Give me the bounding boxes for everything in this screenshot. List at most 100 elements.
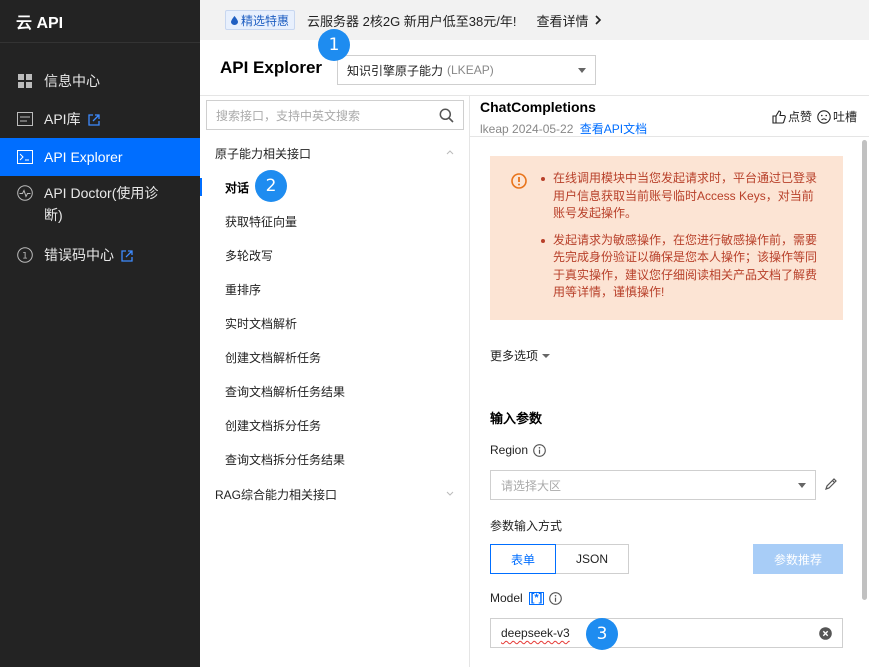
mode-json-tab[interactable]: JSON bbox=[556, 544, 629, 574]
api-item-query-split-result[interactable]: 查询文档拆分任务结果 bbox=[200, 442, 470, 476]
like-button[interactable]: 点赞 bbox=[772, 108, 812, 125]
group-label: RAG综合能力相关接口 bbox=[215, 487, 338, 502]
input-mode-label: 参数输入方式 bbox=[490, 519, 563, 533]
chevron-down-icon bbox=[446, 491, 454, 496]
api-item-query-rewrite[interactable]: 多轮改写 bbox=[200, 238, 470, 272]
api-version: lkeap 2024-05-22 bbox=[480, 122, 574, 136]
required-mark: [*] bbox=[528, 591, 545, 605]
external-link-icon bbox=[121, 249, 133, 262]
warning-icon bbox=[511, 173, 527, 189]
model-input[interactable]: deepseek-v3 bbox=[490, 618, 843, 648]
api-item-create-split-task[interactable]: 创建文档拆分任务 bbox=[200, 408, 470, 442]
sidebar: 云 API 信息中心 API库 API Explorer API Doctor(… bbox=[0, 0, 200, 667]
thumbs-up-icon bbox=[772, 109, 786, 124]
complain-label: 吐槽 bbox=[833, 110, 858, 124]
brand-title[interactable]: 云 API bbox=[16, 9, 63, 33]
api-item-label: 创建文档解析任务 bbox=[225, 350, 322, 365]
chevron-down-icon bbox=[798, 483, 806, 488]
sidebar-item-label: API库 bbox=[44, 111, 81, 127]
search-placeholder: 搜索接口，支持中英文搜索 bbox=[216, 108, 361, 123]
clear-icon[interactable] bbox=[819, 627, 832, 640]
region-select[interactable]: 请选择大区 bbox=[490, 470, 816, 500]
product-select[interactable]: 知识引擎原子能力 (LKEAP) bbox=[337, 55, 596, 85]
warning-item: 发起请求为敏感操作，在您进行敏感操作前，需要先完成身份验证以确保是您本人操作；该… bbox=[541, 232, 825, 302]
complain-button[interactable]: 吐槽 bbox=[817, 108, 857, 125]
product-select-value: 知识引擎原子能力 bbox=[347, 63, 444, 78]
svg-text:1: 1 bbox=[22, 252, 28, 262]
terminal-icon bbox=[16, 148, 34, 166]
model-label: Model [*] bbox=[490, 591, 563, 605]
page-title: API Explorer bbox=[220, 58, 323, 77]
api-item-label: 查询文档拆分任务结果 bbox=[225, 452, 346, 467]
region-label: Region bbox=[490, 443, 546, 457]
api-detail-panel: ChatCompletions lkeap 2024-05-22 查看API文档… bbox=[470, 96, 869, 667]
api-item-label: 实时文档解析 bbox=[225, 316, 298, 331]
caret-down-icon bbox=[542, 353, 551, 358]
sidebar-item-label: 错误码中心 bbox=[44, 247, 114, 263]
api-search-input[interactable]: 搜索接口，支持中英文搜索 bbox=[206, 100, 464, 130]
api-item-query-parse-result[interactable]: 查询文档解析任务结果 bbox=[200, 374, 470, 408]
warning-notice: 在线调用模块中当您发起请求时，平台通过已登录用户信息获取当前账号临时Access… bbox=[490, 156, 843, 320]
more-options-label: 更多选项 bbox=[490, 349, 539, 363]
api-name: ChatCompletions bbox=[480, 99, 596, 115]
product-select-code: (LKEAP) bbox=[447, 63, 494, 77]
api-item-label: 查询文档解析任务结果 bbox=[225, 384, 346, 399]
api-item-label: 重排序 bbox=[225, 282, 262, 297]
sidebar-item-api-library[interactable]: API库 bbox=[0, 100, 200, 138]
api-item-label: 多轮改写 bbox=[225, 248, 274, 263]
sidebar-item-info-center[interactable]: 信息中心 bbox=[0, 62, 200, 100]
model-label-text: Model bbox=[490, 591, 523, 605]
chevron-down-icon bbox=[578, 68, 586, 73]
grid-icon bbox=[16, 72, 34, 90]
api-item-create-parse-task[interactable]: 创建文档解析任务 bbox=[200, 340, 470, 374]
sidebar-item-label: API Doctor(使用诊断) bbox=[44, 185, 159, 223]
group-rag-apis[interactable]: RAG综合能力相关接口 bbox=[200, 479, 470, 509]
api-item-label: 对话 bbox=[225, 180, 250, 195]
sidebar-item-api-doctor[interactable]: API Doctor(使用诊断) bbox=[0, 178, 190, 228]
promo-badge: 精选特惠 bbox=[225, 10, 296, 30]
step-marker-2: 2 bbox=[255, 170, 287, 202]
api-item-label: 创建文档拆分任务 bbox=[225, 418, 322, 433]
promo-text: 云服务器 2核2G 新用户低至38元/年! bbox=[307, 13, 517, 29]
search-icon[interactable] bbox=[439, 108, 454, 123]
external-link-icon bbox=[87, 113, 100, 126]
api-item-chat[interactable]: 对话 bbox=[200, 170, 470, 204]
region-label-text: Region bbox=[490, 443, 529, 457]
param-recommend-button[interactable]: 参数推荐 bbox=[753, 544, 843, 574]
model-value: deepseek-v3 bbox=[501, 626, 570, 640]
sidebar-item-error-codes[interactable]: 1 错误码中心 bbox=[0, 236, 200, 274]
edit-icon[interactable] bbox=[824, 477, 838, 491]
step-marker-3: 3 bbox=[586, 618, 618, 650]
scrollbar[interactable] bbox=[862, 140, 867, 600]
api-item-rerank[interactable]: 重排序 bbox=[200, 272, 470, 306]
input-params-title: 输入参数 bbox=[490, 411, 543, 426]
api-item-label: 获取特征向量 bbox=[225, 214, 298, 229]
error-code-icon: 1 bbox=[16, 246, 34, 264]
divider bbox=[470, 136, 869, 137]
api-item-realtime-doc-parse[interactable]: 实时文档解析 bbox=[200, 306, 470, 340]
library-icon bbox=[16, 110, 34, 128]
info-icon[interactable] bbox=[549, 591, 563, 605]
more-options-toggle[interactable]: 更多选项 bbox=[490, 347, 551, 364]
warning-item: 在线调用模块中当您发起请求时，平台通过已登录用户信息获取当前账号临时Access… bbox=[541, 170, 825, 223]
mode-form-tab[interactable]: 表单 bbox=[490, 544, 556, 574]
like-label: 点赞 bbox=[788, 110, 813, 124]
divider bbox=[0, 42, 200, 43]
drop-icon bbox=[231, 15, 238, 25]
pulse-icon bbox=[16, 184, 34, 202]
sidebar-item-label: 信息中心 bbox=[44, 73, 100, 89]
sidebar-item-label: API Explorer bbox=[44, 149, 123, 165]
info-icon[interactable] bbox=[533, 443, 546, 457]
promo-banner: 精选特惠 云服务器 2核2G 新用户低至38元/年! 查看详情 bbox=[200, 0, 869, 40]
group-atomic-apis[interactable]: 原子能力相关接口 bbox=[200, 138, 470, 168]
sidebar-item-api-explorer[interactable]: API Explorer bbox=[0, 138, 200, 176]
promo-details-link[interactable]: 查看详情 bbox=[537, 11, 602, 30]
step-marker-1: 1 bbox=[318, 29, 350, 61]
api-item-embedding[interactable]: 获取特征向量 bbox=[200, 204, 470, 238]
group-label: 原子能力相关接口 bbox=[215, 146, 312, 161]
chevron-right-icon bbox=[594, 15, 601, 25]
api-doc-link[interactable]: 查看API文档 bbox=[580, 122, 647, 136]
sad-face-icon bbox=[817, 109, 831, 124]
api-list-panel: 搜索接口，支持中英文搜索 原子能力相关接口 对话 获取特征向量 多轮改写 重排序… bbox=[200, 96, 470, 667]
promo-details-label: 查看详情 bbox=[536, 13, 589, 29]
